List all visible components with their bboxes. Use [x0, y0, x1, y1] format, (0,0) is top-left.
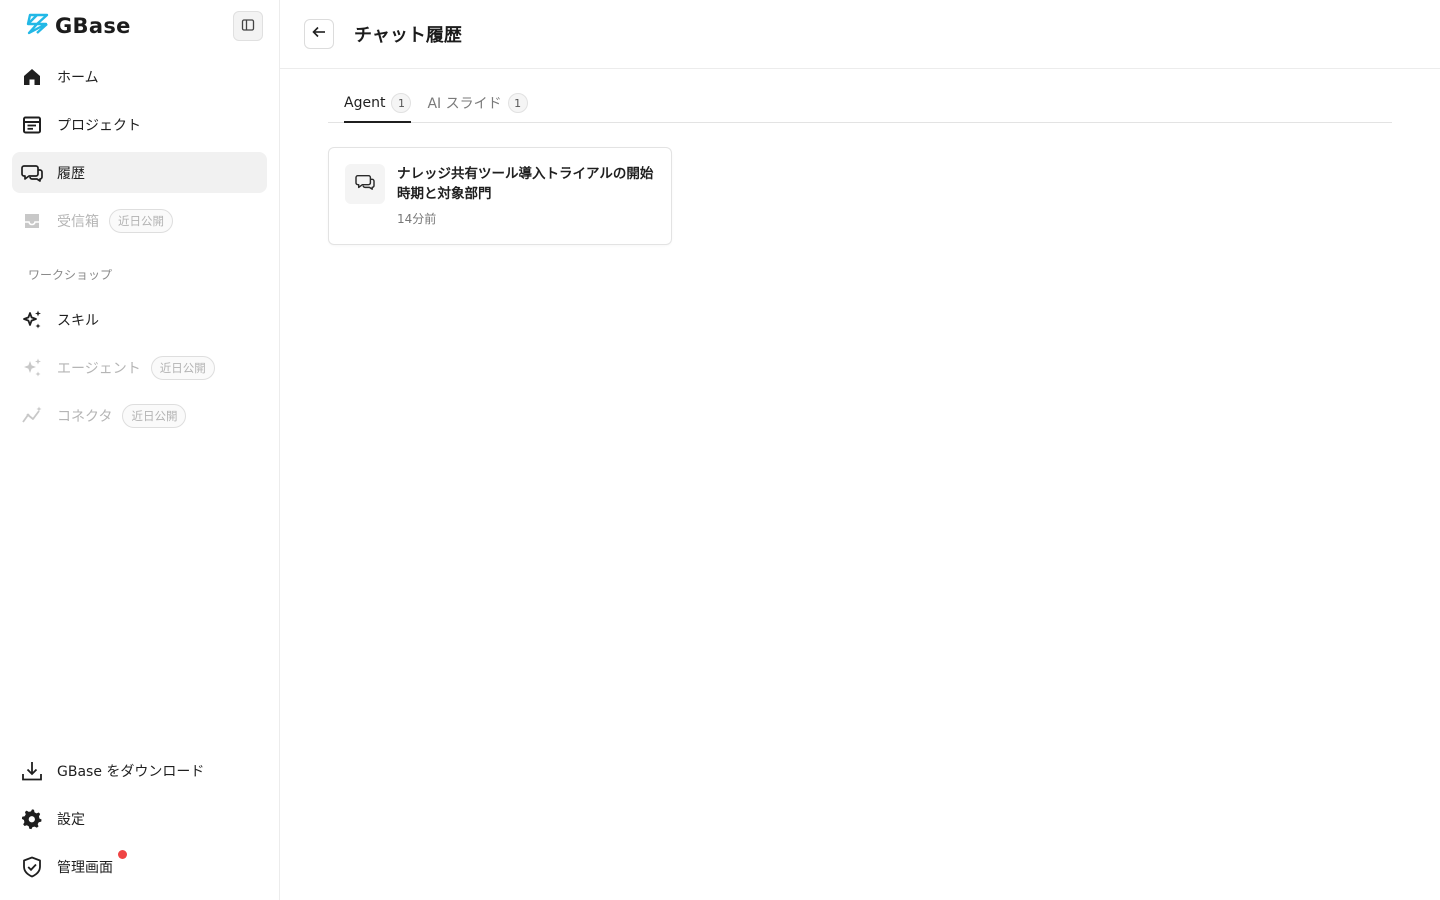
- back-button[interactable]: [304, 19, 334, 49]
- sparkle-icon: [21, 309, 43, 331]
- shield-icon: [21, 856, 43, 878]
- coming-soon-badge: 近日公開: [122, 403, 187, 428]
- sidebar-item-inbox[interactable]: 受信箱 近日公開: [12, 200, 267, 241]
- sidebar-toggle-icon: [241, 17, 255, 36]
- sidebar-item-label: エージェント: [57, 360, 141, 377]
- tab-ai-slides[interactable]: AI スライド 1: [427, 93, 528, 123]
- sidebar-item-admin[interactable]: 管理画面: [12, 846, 267, 887]
- tab-label: Agent: [344, 95, 386, 111]
- brand-name: GBase: [55, 14, 131, 38]
- top-bar: チャット履歴: [280, 0, 1440, 69]
- tab-bar: Agent 1 AI スライド 1: [328, 93, 1392, 123]
- project-icon: [21, 114, 43, 136]
- history-card-list: ナレッジ共有ツール導入トライアルの開始時期と対象部門 14分前: [328, 147, 1392, 245]
- sidebar-top: GBase ホーム プロジェクト 履歴 受信箱 近日公開 ワークショップ スキル…: [12, 0, 267, 443]
- connector-icon: [21, 405, 43, 427]
- tab-agent[interactable]: Agent 1: [344, 93, 412, 123]
- tab-count-badge: 1: [391, 93, 412, 113]
- card-icon-box: [345, 164, 385, 204]
- section-label-workshop: ワークショップ: [28, 268, 113, 282]
- sidebar-item-project[interactable]: プロジェクト: [12, 104, 267, 145]
- content: Agent 1 AI スライド 1 ナレッジ共有ツール導入トライアルの開始時期と…: [280, 69, 1440, 245]
- history-card[interactable]: ナレッジ共有ツール導入トライアルの開始時期と対象部門 14分前: [328, 147, 672, 245]
- sidebar-item-label: 受信箱: [57, 213, 99, 230]
- download-icon: [21, 760, 43, 782]
- collapse-sidebar-button[interactable]: [233, 11, 263, 41]
- sidebar-item-history[interactable]: 履歴: [12, 152, 267, 193]
- sidebar-item-settings[interactable]: 設定: [12, 798, 267, 839]
- notification-dot: [118, 849, 127, 859]
- sidebar-item-label: 設定: [57, 811, 85, 828]
- sidebar-item-label: 履歴: [57, 165, 85, 182]
- sidebar-bottom: GBase をダウンロード 設定 管理画面: [12, 750, 267, 900]
- gbase-logo-icon: [25, 12, 51, 40]
- card-body: ナレッジ共有ツール導入トライアルの開始時期と対象部門 14分前: [397, 164, 659, 228]
- sidebar-item-agents[interactable]: エージェント 近日公開: [12, 347, 267, 388]
- chat-icon: [355, 173, 375, 195]
- coming-soon-badge: 近日公開: [150, 355, 215, 380]
- main-area: チャット履歴 Agent 1 AI スライド 1 ナレッジ共有ツール導入トライア…: [280, 0, 1440, 900]
- card-title: ナレッジ共有ツール導入トライアルの開始時期と対象部門: [397, 166, 654, 202]
- sidebar-item-home[interactable]: ホーム: [12, 56, 267, 97]
- sidebar-item-label: スキル: [57, 312, 99, 329]
- page-title: チャット履歴: [354, 25, 462, 46]
- gear-icon: [21, 808, 43, 830]
- inbox-icon: [21, 210, 43, 232]
- sidebar-item-download[interactable]: GBase をダウンロード: [12, 750, 267, 791]
- sidebar-item-label: プロジェクト: [57, 117, 141, 134]
- sidebar: GBase ホーム プロジェクト 履歴 受信箱 近日公開 ワークショップ スキル…: [0, 0, 280, 900]
- sidebar-item-label: GBase をダウンロード: [57, 763, 205, 780]
- tab-label: AI スライド: [427, 96, 502, 112]
- sidebar-item-label: ホーム: [57, 69, 99, 86]
- chat-history-icon: [21, 162, 43, 184]
- coming-soon-badge: 近日公開: [109, 208, 173, 233]
- main-nav: ホーム プロジェクト 履歴 受信箱 近日公開: [12, 56, 267, 248]
- brand[interactable]: GBase: [25, 12, 131, 40]
- brand-row: GBase: [12, 0, 267, 52]
- home-icon: [21, 66, 43, 88]
- sparkle-icon: [21, 357, 43, 379]
- tab-count-badge: 1: [507, 93, 528, 113]
- sidebar-item-connectors[interactable]: コネクタ 近日公開: [12, 395, 267, 436]
- sidebar-item-label: コネクタ: [57, 408, 113, 425]
- workshop-nav: スキル エージェント 近日公開 コネクタ 近日公開: [12, 299, 267, 443]
- card-timestamp: 14分前: [397, 212, 437, 226]
- sidebar-item-label: 管理画面: [57, 859, 113, 876]
- admin-label-wrap: 管理画面: [57, 849, 127, 877]
- arrow-left-icon: [311, 24, 327, 44]
- sidebar-item-skills[interactable]: スキル: [12, 299, 267, 340]
- app-root: GBase ホーム プロジェクト 履歴 受信箱 近日公開 ワークショップ スキル…: [0, 0, 1440, 900]
